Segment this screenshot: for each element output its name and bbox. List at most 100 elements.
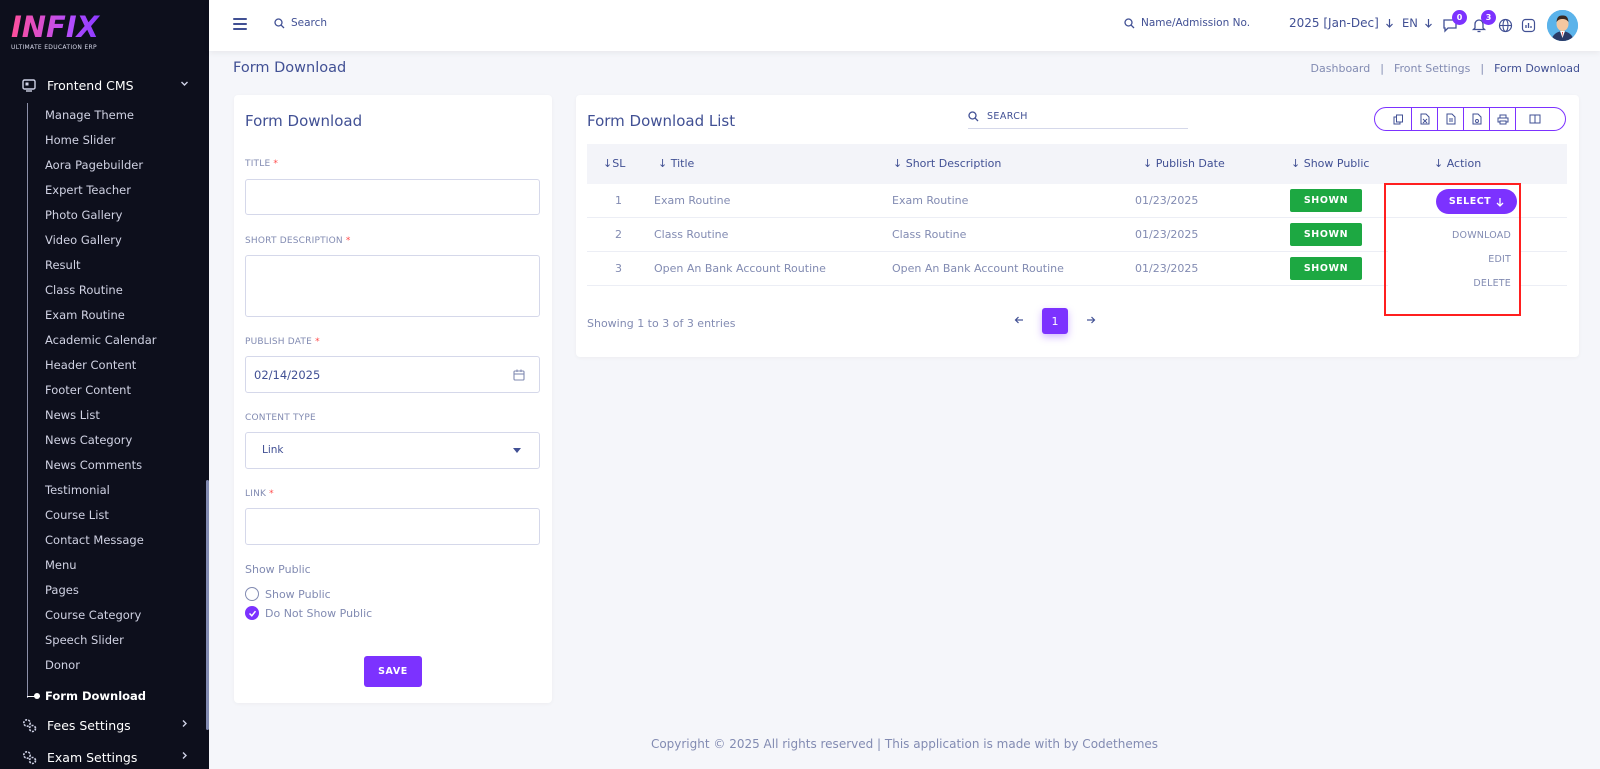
chevron-right-icon[interactable] [1082, 314, 1100, 328]
website-button[interactable] [1496, 16, 1514, 34]
sidebar-item-news-comments[interactable]: News Comments [45, 455, 142, 475]
calendar-icon[interactable] [513, 369, 525, 384]
notifications-badge: 3 [1481, 10, 1496, 25]
chevron-left-icon[interactable] [1010, 314, 1028, 328]
sidebar-item-news-list[interactable]: News List [45, 405, 100, 425]
sort-arrow-icon: ↓ [603, 157, 613, 170]
sidebar-item-news-category[interactable]: News Category [45, 430, 132, 450]
column-header-publish-date[interactable]: ↓ Publish Date [1143, 157, 1225, 170]
chevron-down-icon [180, 79, 189, 91]
sort-arrow-icon: ↓ [658, 157, 671, 170]
sort-arrow-icon: ↓ [1291, 157, 1304, 170]
content-type-value: Link [262, 444, 284, 456]
footer-copyright: Copyright © 2025 All rights reserved | T… [650, 737, 1159, 751]
reports-button[interactable] [1519, 16, 1537, 34]
sidebar-item-manage-theme[interactable]: Manage Theme [45, 105, 134, 125]
link-input[interactable] [245, 508, 540, 545]
column-header-action[interactable]: ↓ Action [1434, 157, 1481, 170]
cell-sl: 3 [615, 262, 622, 275]
csv-file-icon[interactable] [1438, 108, 1464, 130]
copy-icon[interactable] [1386, 108, 1412, 130]
sidebar-item-exam-routine[interactable]: Exam Routine [45, 305, 125, 325]
academic-year-select[interactable]: 2025 [Jan-Dec] [1289, 16, 1394, 30]
sidebar-item-photo-gallery[interactable]: Photo Gallery [45, 205, 122, 225]
columns-icon[interactable] [1516, 108, 1554, 130]
table-search-input[interactable]: SEARCH [968, 105, 1188, 129]
language-value: EN [1402, 16, 1418, 30]
sidebar-item-result[interactable]: Result [45, 255, 81, 275]
title-input[interactable] [245, 179, 540, 215]
page-title: Form Download [233, 60, 347, 76]
student-search[interactable]: Name/Admission No. [1124, 17, 1250, 29]
column-header-sl[interactable]: ↓SL [603, 157, 625, 170]
print-icon[interactable] [1490, 108, 1516, 130]
breadcrumb-dashboard[interactable]: Dashboard [1311, 62, 1371, 75]
column-header-short-description[interactable]: ↓ Short Description [893, 157, 1001, 170]
short-description-label: SHORT DESCRIPTION * [245, 236, 351, 246]
column-header-title[interactable]: ↓ Title [658, 157, 694, 170]
gears-icon [21, 749, 37, 765]
breadcrumb-current: Form Download [1494, 62, 1580, 75]
short-description-textarea[interactable] [245, 255, 540, 317]
sidebar-group-frontend-cms[interactable]: Frontend CMS [0, 70, 209, 100]
sidebar-item-home-slider[interactable]: Home Slider [45, 130, 115, 150]
logo-subtitle: ULTIMATE EDUCATION ERP [11, 44, 97, 51]
link-label: LINK * [245, 489, 274, 499]
excel-file-icon[interactable] [1412, 108, 1438, 130]
publish-date-label: PUBLISH DATE * [245, 337, 320, 347]
sidebar-item-video-gallery[interactable]: Video Gallery [45, 230, 122, 250]
radio-circle-icon[interactable] [245, 587, 259, 601]
user-avatar[interactable] [1547, 10, 1578, 41]
radio-show-public[interactable]: Show Public [245, 587, 331, 601]
publish-date-input[interactable]: 02/14/2025 [245, 356, 540, 393]
sidebar-item-contact-message[interactable]: Contact Message [45, 530, 144, 550]
global-search[interactable]: Search [274, 17, 327, 29]
sidebar-item-pages[interactable]: Pages [45, 580, 79, 600]
status-badge[interactable]: SHOWN [1290, 223, 1362, 246]
breadcrumb-front-settings[interactable]: Front Settings [1394, 62, 1470, 75]
sidebar-item-expert-teacher[interactable]: Expert Teacher [45, 180, 131, 200]
cell-publish-date: 01/23/2025 [1135, 194, 1199, 207]
content-type-select[interactable]: Link [245, 432, 540, 469]
language-select[interactable]: EN [1402, 16, 1433, 30]
sidebar-item-speech-slider[interactable]: Speech Slider [45, 630, 124, 650]
radio-do-not-show-public[interactable]: Do Not Show Public [245, 606, 372, 620]
pdf-file-icon[interactable] [1464, 108, 1490, 130]
save-button[interactable]: SAVE [364, 656, 422, 687]
sidebar-item-header-content[interactable]: Header Content [45, 355, 136, 375]
sidebar-scrollbar[interactable] [206, 480, 209, 730]
sidebar-group-fees-settings[interactable]: Fees Settings [0, 710, 209, 740]
sidebar-item-course-list[interactable]: Course List [45, 505, 109, 525]
hamburger-menu-icon[interactable] [233, 17, 247, 31]
breadcrumb-separator: | [1380, 62, 1384, 75]
page-button-1[interactable]: 1 [1042, 308, 1068, 334]
sidebar-item-donor[interactable]: Donor [45, 655, 80, 675]
status-badge[interactable]: SHOWN [1290, 189, 1362, 212]
cms-icon [21, 77, 37, 93]
app-logo[interactable]: INFIX ULTIMATE EDUCATION ERP [11, 12, 111, 56]
sidebar-item-testimonial[interactable]: Testimonial [45, 480, 110, 500]
column-header-show-public[interactable]: ↓ Show Public [1291, 157, 1369, 170]
sidebar-item-academic-calendar[interactable]: Academic Calendar [45, 330, 157, 350]
sidebar-item-form-download[interactable]: Form Download [45, 686, 146, 706]
sidebar-group-label: Exam Settings [47, 749, 138, 765]
chevron-right-icon [180, 719, 189, 731]
tree-line [27, 103, 28, 698]
sidebar-item-footer-content[interactable]: Footer Content [45, 380, 131, 400]
sidebar-item-aora-pagebuilder[interactable]: Aora Pagebuilder [45, 155, 143, 175]
title-label: TITLE * [245, 159, 279, 169]
sidebar-item-class-routine[interactable]: Class Routine [45, 280, 123, 300]
checkmark-icon[interactable] [245, 606, 259, 620]
sidebar-group-exam-settings[interactable]: Exam Settings [0, 742, 209, 769]
sidebar-item-menu[interactable]: Menu [45, 555, 77, 575]
pagination: 1 [1010, 308, 1100, 334]
status-badge[interactable]: SHOWN [1290, 257, 1362, 280]
sidebar-item-course-category[interactable]: Course Category [45, 605, 141, 625]
sort-arrow-icon: ↓ [1434, 157, 1447, 170]
messages-button[interactable]: 0 [1441, 10, 1467, 34]
search-icon [1124, 17, 1135, 28]
notifications-button[interactable]: 3 [1470, 10, 1496, 34]
cell-sl: 1 [615, 194, 622, 207]
cell-title: Exam Routine [654, 194, 731, 207]
active-dot [34, 693, 40, 699]
